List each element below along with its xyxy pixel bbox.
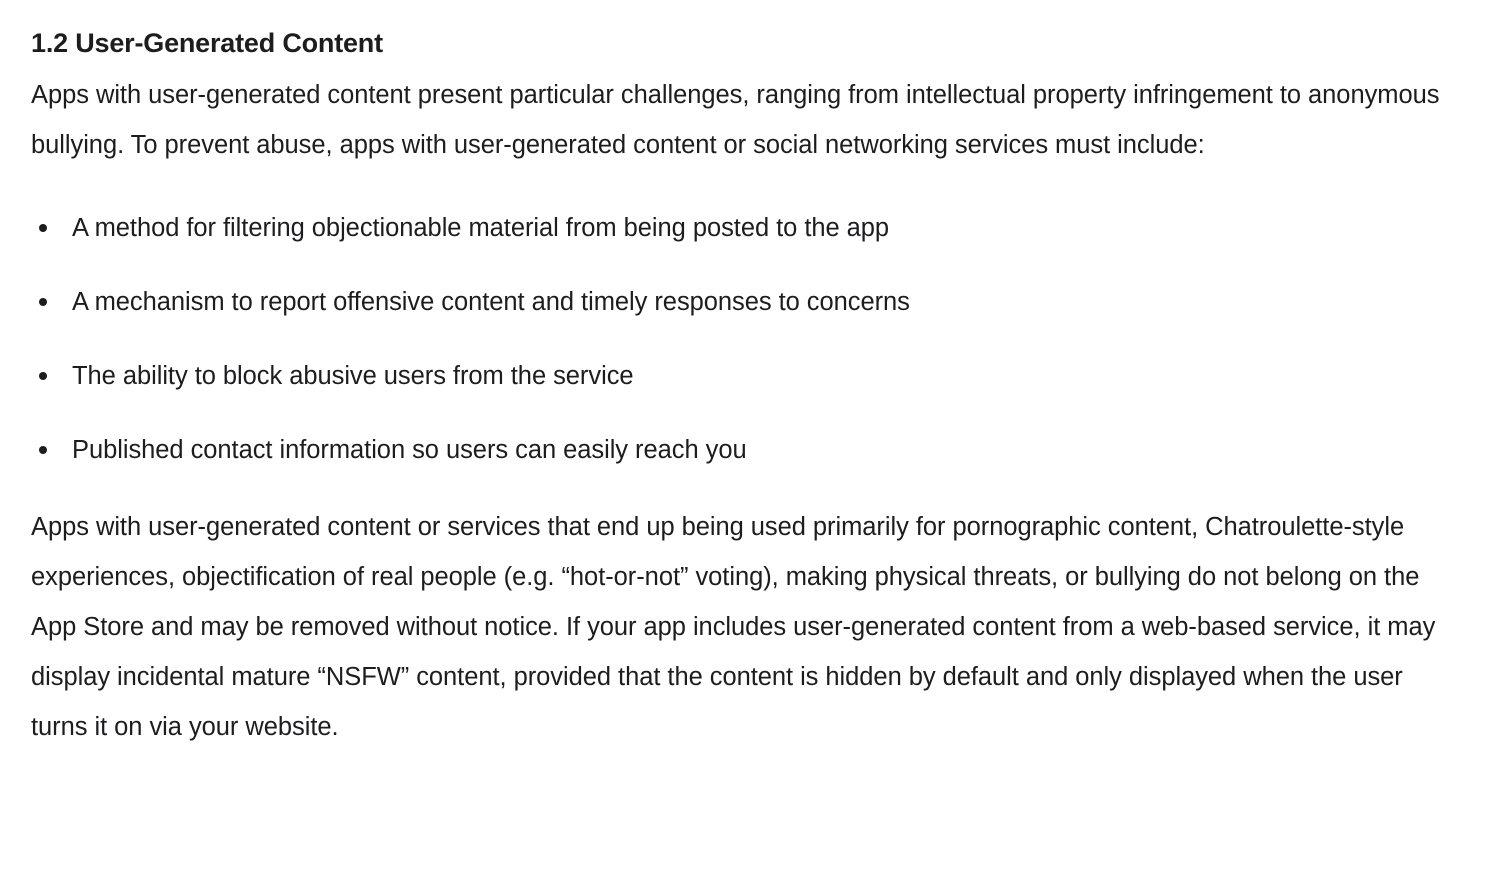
bullet-point-icon [39,372,47,380]
list-item: The ability to block abusive users from … [31,351,1461,401]
list-item-label: A mechanism to report offensive content … [72,288,910,316]
list-item: Published contact information so users c… [31,425,1461,475]
list-item: A mechanism to report offensive content … [31,277,1461,327]
bullet-point-icon [39,298,47,306]
closing-paragraph: Apps with user-generated content or serv… [31,513,1436,741]
section-heading: 1.2 User-Generated Content [31,28,383,58]
list-item-label: The ability to block abusive users from … [72,362,634,390]
list-item-label: A method for filtering objectionable mat… [72,214,890,242]
bullet-point-icon [39,446,47,454]
requirements-list: A method for filtering objectionable mat… [31,203,1461,475]
document-content-area: 1.2 User-Generated Content Apps with use… [0,0,1493,888]
list-item-label: Published contact information so users c… [72,436,747,464]
list-item: A method for filtering objectionable mat… [31,203,1461,253]
bullet-point-icon [39,224,47,232]
intro-paragraph: Apps with user-generated content present… [31,81,1440,159]
